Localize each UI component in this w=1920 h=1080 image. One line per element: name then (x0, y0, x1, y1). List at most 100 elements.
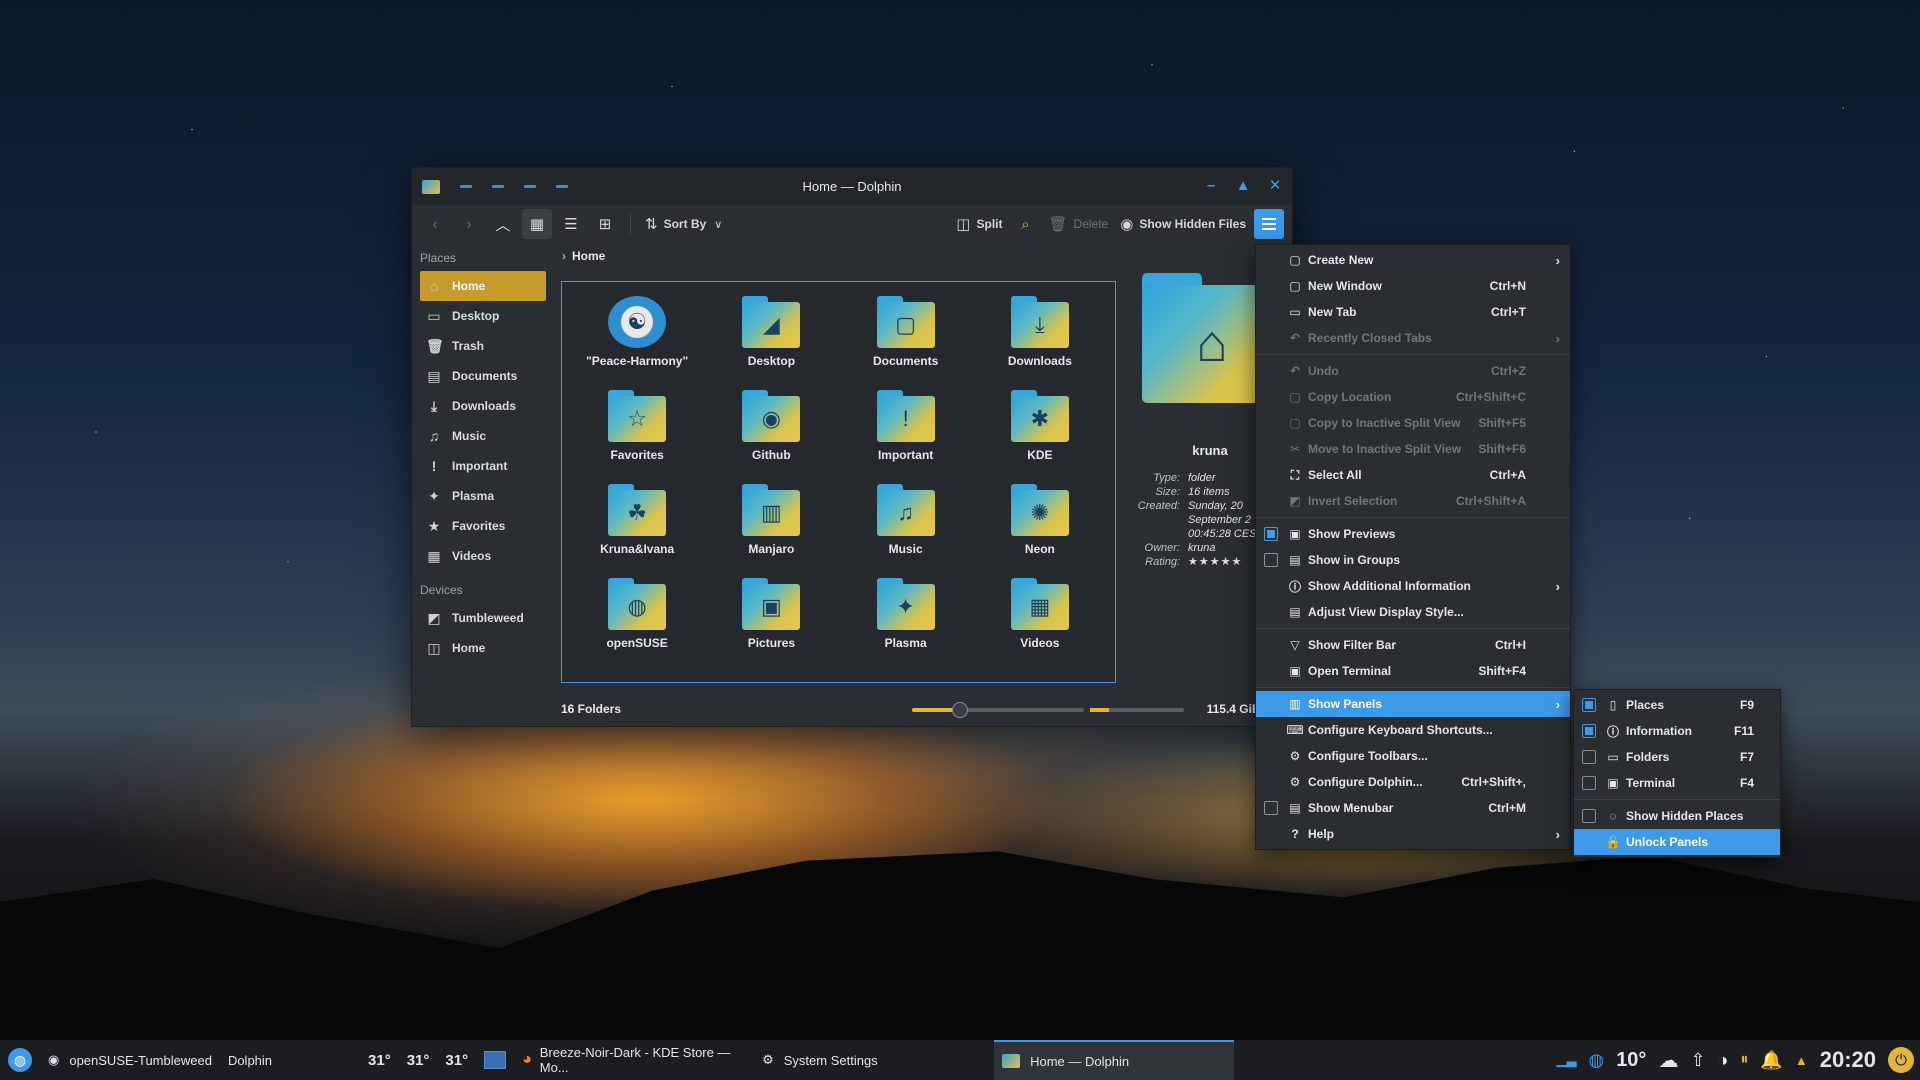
sidebar-item-home[interactable]: ⌂ Home (420, 271, 546, 301)
menu-item-configure-keyboard-shortcuts[interactable]: ⌨ Configure Keyboard Shortcuts... (1256, 717, 1570, 743)
menu-item-folders[interactable]: ▭ Folders F7 (1574, 744, 1780, 770)
menu-item-unlock-panels[interactable]: 🔓 Unlock Panels (1574, 829, 1780, 855)
menu-item-adjust-view-display-style[interactable]: ▤ Adjust View Display Style... (1256, 599, 1570, 625)
folder-item[interactable]: ▥ Manjaro (704, 484, 838, 578)
menu-checkbox[interactable] (1264, 553, 1278, 567)
menu-checkbox[interactable] (1582, 776, 1596, 790)
breadcrumb-home[interactable]: Home (572, 249, 605, 263)
task-dolphin[interactable]: Home — Dolphin (994, 1040, 1235, 1080)
split-button[interactable]: ◫ Split (952, 209, 1006, 239)
task-firefox[interactable]: ◕ Breeze-Noir-Dark - KDE Store — Mo... (514, 1040, 754, 1080)
menu-item-show-additional-information[interactable]: ⓘ Show Additional Information › (1256, 573, 1570, 599)
weather-temperature[interactable]: 10° (1616, 1049, 1646, 1072)
power-icon[interactable]: ⏻ (1888, 1047, 1914, 1073)
folder-item[interactable]: ✦ Plasma (839, 578, 973, 672)
menu-checkbox[interactable] (1582, 698, 1596, 712)
menu-item-show-menubar[interactable]: ▤ Show Menubar Ctrl+M (1256, 795, 1570, 821)
color-picker-icon[interactable]: ◑ (1718, 1050, 1729, 1071)
menu-item-terminal[interactable]: ▣ Terminal F4 (1574, 770, 1780, 796)
menu-item-information[interactable]: ⓘ Information F11 (1574, 718, 1780, 744)
task-system-settings[interactable]: ⚙ System Settings (754, 1040, 994, 1080)
close-button[interactable]: ✕ (1266, 176, 1284, 196)
search-button[interactable]: ⌕ (1010, 209, 1040, 239)
sidebar-item-downloads[interactable]: ⤓ Downloads (420, 391, 546, 421)
menu-item-create-new[interactable]: ▢ Create New › (1256, 247, 1570, 273)
sidebar-item-important[interactable]: ! Important (420, 451, 546, 481)
minimize-button[interactable]: – (1202, 176, 1220, 196)
pager[interactable] (476, 1040, 514, 1080)
folder-item[interactable]: ◢ Desktop (704, 296, 838, 390)
update-icon[interactable]: ⇧ (1690, 1050, 1705, 1071)
menu-item-show-panels[interactable]: ▥ Show Panels › (1256, 691, 1570, 717)
folder-item[interactable]: ♫ Music (839, 484, 973, 578)
menu-item-show-hidden-places[interactable]: ◌ Show Hidden Places (1574, 803, 1780, 829)
folder-item[interactable]: ☆ Favorites (570, 390, 704, 484)
menu-item-select-all[interactable]: ⛶ Select All Ctrl+A (1256, 462, 1570, 488)
sort-by-button[interactable]: ⇅ Sort By ∨ (641, 209, 726, 239)
back-button[interactable]: ‹ (420, 209, 450, 239)
zoom-slider-handle[interactable] (952, 702, 969, 718)
file-view[interactable]: ☯ "Peace-Harmony" ◢ Desktop ▢ Documents ⤓ Downl… (561, 281, 1116, 683)
opensuse-tray-icon[interactable]: ◍ (1588, 1050, 1604, 1071)
volume-bars-icon[interactable]: ▁▃ (1556, 1052, 1576, 1068)
menu-item-show-previews[interactable]: ▣ Show Previews (1256, 521, 1570, 547)
sidebar-item-desktop[interactable]: ▭ Desktop (420, 301, 546, 331)
tray-expand-icon[interactable]: ▲ (1795, 1053, 1808, 1068)
folder-item[interactable]: ☘ Kruna&Ivana (570, 484, 704, 578)
media-pause-icon[interactable]: ⏸ (1740, 1051, 1748, 1069)
delete-button[interactable]: 🗑 Delete (1044, 209, 1112, 239)
menu-item-configure-dolphin[interactable]: ⚙ Configure Dolphin... Ctrl+Shift+, (1256, 769, 1570, 795)
title-bar[interactable]: Home — Dolphin – ▲ ✕ (412, 168, 1292, 205)
sidebar-item-home[interactable]: ◫ Home (420, 633, 546, 663)
menu-item-shortcut: Shift+F5 (1478, 416, 1526, 430)
menu-checkbox[interactable] (1264, 801, 1278, 815)
folder-item[interactable]: ▦ Videos (973, 578, 1107, 672)
menu-item-help[interactable]: ? Help › (1256, 821, 1570, 847)
cloud-icon[interactable]: ☁ (1658, 1048, 1678, 1073)
folder-item[interactable]: ◍ openSUSE (570, 578, 704, 672)
breadcrumb[interactable]: › Home (562, 249, 605, 263)
folder-item[interactable]: ◉ Github (704, 390, 838, 484)
up-button[interactable]: ︿ (488, 209, 518, 239)
menu-item-open-terminal[interactable]: ▣ Open Terminal Shift+F4 (1256, 658, 1570, 684)
rating-stars[interactable]: ★★★★★ (1188, 555, 1242, 569)
home-icon: ⌂ (429, 278, 439, 294)
menu-item-places[interactable]: ▯ Places F9 (1574, 692, 1780, 718)
icons-view-button[interactable]: ▦ (522, 209, 552, 239)
sidebar-item-plasma[interactable]: ✦ Plasma (420, 481, 546, 511)
menu-item-show-in-groups[interactable]: ▤ Show in Groups (1256, 547, 1570, 573)
menu-item-new-window[interactable]: ▢ New Window Ctrl+N (1256, 273, 1570, 299)
menu-item-new-tab[interactable]: ▭ New Tab Ctrl+T (1256, 299, 1570, 325)
folder-item[interactable]: ✱ KDE (973, 390, 1107, 484)
show-hidden-files-button[interactable]: ◉ Show Hidden Files (1116, 209, 1250, 239)
folder-item[interactable]: ▢ Documents (839, 296, 973, 390)
menu-checkbox[interactable] (1264, 527, 1278, 541)
maximize-button[interactable]: ▲ (1234, 176, 1252, 196)
folder-item[interactable]: ✺ Neon (973, 484, 1107, 578)
sidebar-item-tumbleweed[interactable]: ◩ Tumbleweed (420, 603, 546, 633)
clock[interactable]: 20:20 (1820, 1047, 1876, 1073)
compact-view-button[interactable]: ☰ (556, 209, 586, 239)
sidebar-item-trash[interactable]: 🗑 Trash (420, 331, 546, 361)
folder-item[interactable]: ☯ "Peace-Harmony" (570, 296, 704, 390)
notifications-icon[interactable]: 🔔 (1760, 1050, 1782, 1071)
sidebar-item-videos[interactable]: ▦ Videos (420, 541, 546, 571)
folder-item[interactable]: ⤓ Downloads (973, 296, 1107, 390)
temperature-widget[interactable]: 31° 31° 31° (360, 1040, 476, 1080)
sidebar-item-documents[interactable]: ▤ Documents (420, 361, 546, 391)
forward-button[interactable]: › (454, 209, 484, 239)
menu-item-show-filter-bar[interactable]: ▽ Show Filter Bar Ctrl+I (1256, 632, 1570, 658)
menu-checkbox[interactable] (1582, 809, 1596, 823)
menu-checkbox[interactable] (1582, 750, 1596, 764)
folder-item[interactable]: ! Important (839, 390, 973, 484)
application-launcher[interactable]: ◍ (0, 1040, 40, 1080)
menu-item-configure-toolbars[interactable]: ⚙ Configure Toolbars... (1256, 743, 1570, 769)
sidebar-item-favorites[interactable]: ★ Favorites (420, 511, 546, 541)
activity-switcher[interactable]: ◉ openSUSE-Tumbleweed Dolphin (40, 1040, 280, 1080)
folder-item[interactable]: ▣ Pictures (704, 578, 838, 672)
details-view-button[interactable]: ⊞ (590, 209, 620, 239)
hamburger-menu-button[interactable] (1254, 209, 1284, 239)
menu-checkbox[interactable] (1582, 724, 1596, 738)
sidebar-item-music[interactable]: ♫ Music (420, 421, 546, 451)
zoom-slider[interactable] (912, 702, 1084, 718)
